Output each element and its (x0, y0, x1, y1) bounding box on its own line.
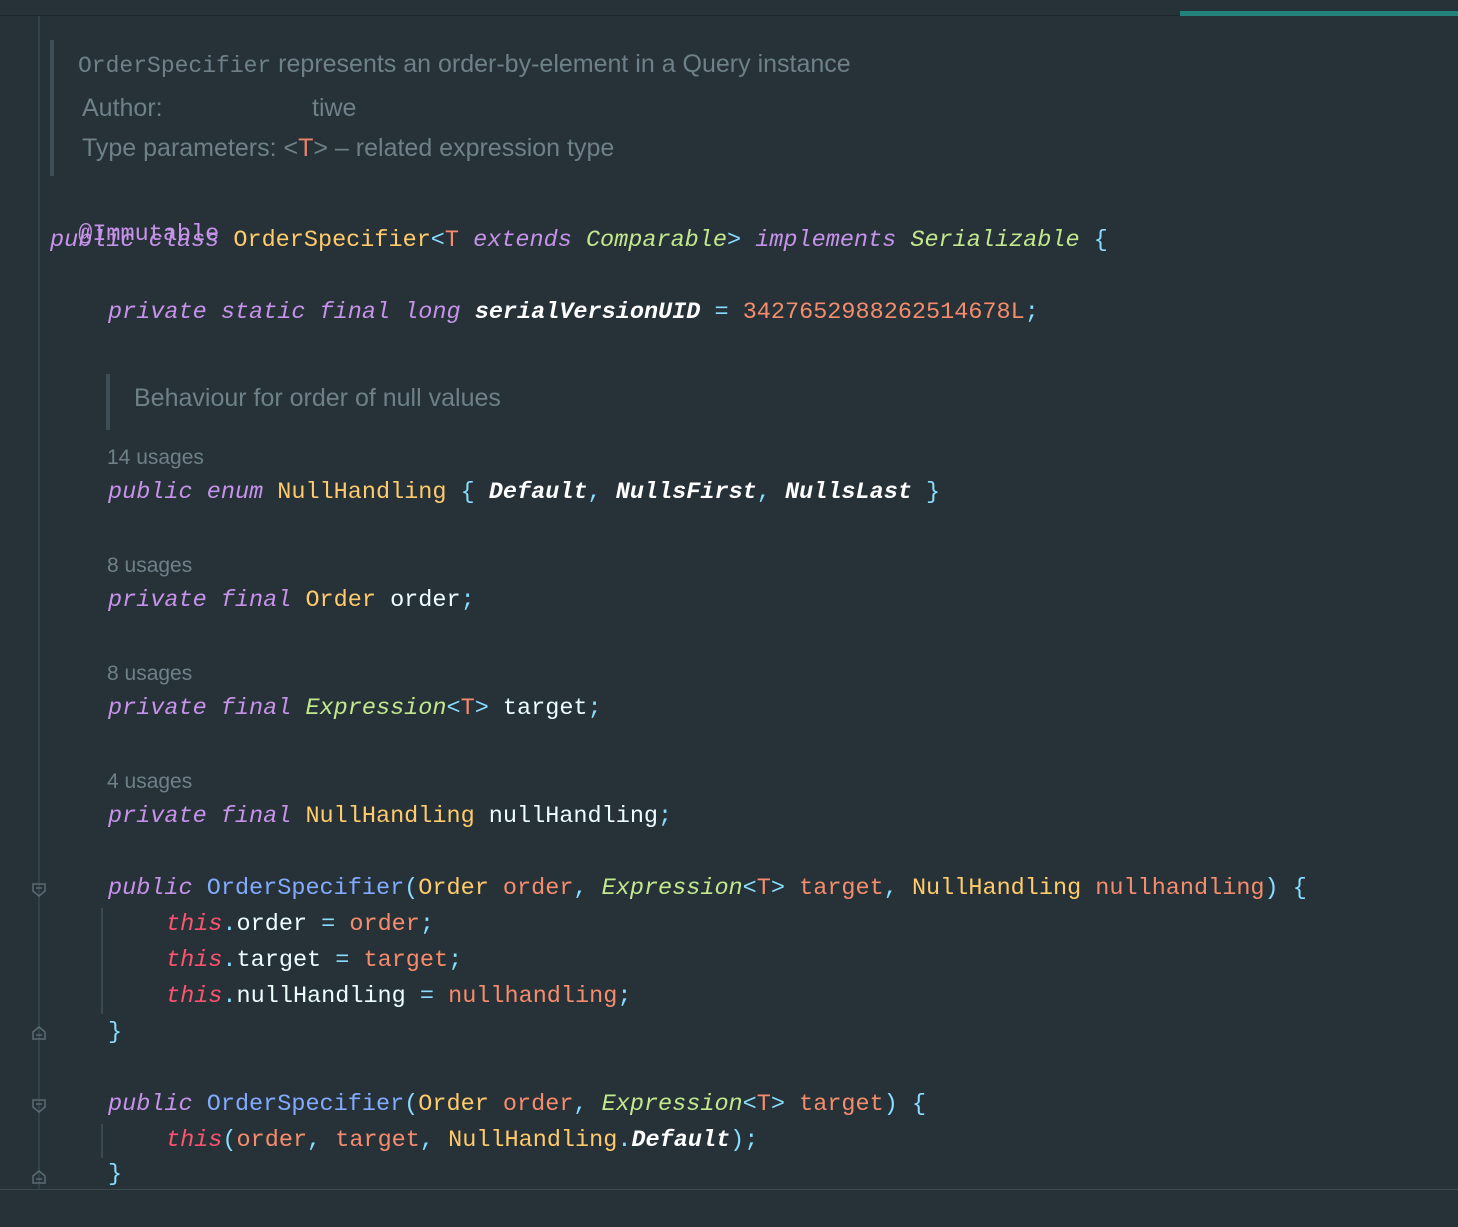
code-line-this-call[interactable]: this(order, target, NullHandling.Default… (166, 1126, 758, 1156)
enum-const-nulls-first: NullsFirst (615, 479, 757, 506)
code-line-constructor-2[interactable]: public OrderSpecifier(Order order, Expre… (108, 1090, 926, 1120)
doc-summary-text: represents an order-by-element in a Quer… (271, 50, 851, 78)
type-param-t: T (444, 227, 460, 254)
code-line-class-decl[interactable]: public class OrderSpecifier<T extends Co… (50, 226, 1108, 256)
kw-public: public (50, 227, 135, 254)
kw-this: this (166, 911, 223, 938)
doc-type-params-open: < (283, 134, 299, 162)
indent-guide (101, 1124, 103, 1158)
code-line-field-order[interactable]: private final Order order; (108, 586, 475, 616)
constructor-name: OrderSpecifier (206, 875, 405, 902)
code-line-field-null-handling[interactable]: private final NullHandling nullHandling; (108, 802, 672, 832)
doc-summary-code: OrderSpecifier (78, 53, 272, 79)
editor-bottom-bar (0, 1189, 1458, 1227)
code-line-assign-null-handling[interactable]: this.nullHandling = nullhandling; (166, 982, 631, 1012)
code-line-assign-target[interactable]: this.target = target; (166, 946, 462, 976)
fold-collapse-icon[interactable] (32, 1099, 46, 1113)
field-target: target (502, 695, 588, 722)
enum-const-default: Default (488, 479, 588, 506)
kw-extends: extends (473, 227, 572, 254)
fold-end-icon[interactable] (32, 1170, 46, 1184)
code-line-field-target[interactable]: private final Expression<T> target; (108, 694, 602, 724)
kw-long: long (404, 299, 461, 326)
enum-doc-text: Behaviour for order of null values (134, 384, 501, 412)
type-expression: Expression (305, 695, 447, 722)
param-nullhandling: nullhandling (1095, 875, 1265, 902)
code-line-serial[interactable]: private static final long serialVersionU… (108, 298, 1039, 328)
enum-const-nulls-last: NullsLast (785, 479, 912, 506)
type-serializable: Serializable (910, 227, 1080, 254)
enum-name: NullHandling (277, 479, 447, 506)
code-line-close-brace-1[interactable]: } (108, 1018, 122, 1048)
doc-author-label: Author: (82, 94, 163, 122)
kw-static: static (220, 299, 306, 326)
doc-type-params-desc: – related expression type (327, 134, 615, 162)
kw-private: private (108, 299, 207, 326)
doc-type-params-close: > (313, 134, 328, 162)
code-line-assign-order[interactable]: this.order = order; (166, 910, 434, 940)
gutter-divider (38, 16, 40, 1190)
type-comparable: Comparable (585, 227, 727, 254)
doc-type-param-t: T (298, 134, 314, 162)
fold-end-icon[interactable] (32, 1026, 46, 1040)
class-name: OrderSpecifier (233, 227, 431, 254)
param-order: order (502, 875, 574, 902)
field-null-handling: nullHandling (488, 803, 659, 830)
usages-hint-order[interactable]: 8 usages (107, 554, 192, 578)
doc-type-params-label: Type parameters: (82, 134, 277, 162)
kw-class: class (148, 227, 220, 254)
fold-collapse-icon[interactable] (32, 883, 46, 897)
indent-guide (101, 908, 103, 1014)
field-serial-version-uid: serialVersionUID (474, 299, 701, 326)
kw-enum: enum (206, 479, 264, 506)
type-order: Order (305, 587, 376, 614)
usages-hint-enum[interactable]: 14 usages (107, 446, 204, 470)
active-tab-indicator (1180, 11, 1458, 16)
doc-author-value: tiwe (312, 94, 357, 122)
code-line-constructor-1[interactable]: public OrderSpecifier(Order order, Expre… (108, 874, 1307, 904)
field-order: order (390, 587, 461, 614)
kw-implements: implements (755, 227, 897, 254)
param-target: target (799, 875, 884, 902)
kw-final: final (319, 299, 391, 326)
usages-hint-null-handling[interactable]: 4 usages (107, 770, 192, 794)
usages-hint-target[interactable]: 8 usages (107, 662, 192, 686)
code-line-close-brace-2[interactable]: } (108, 1160, 122, 1190)
enum-doc-comment: Behaviour for order of null values (106, 374, 710, 430)
serial-value: 3427652988262514678L (742, 299, 1025, 326)
class-doc-comment: OrderSpecifier represents an order-by-el… (50, 40, 954, 176)
code-line-enum[interactable]: public enum NullHandling { Default, Null… (108, 478, 940, 508)
